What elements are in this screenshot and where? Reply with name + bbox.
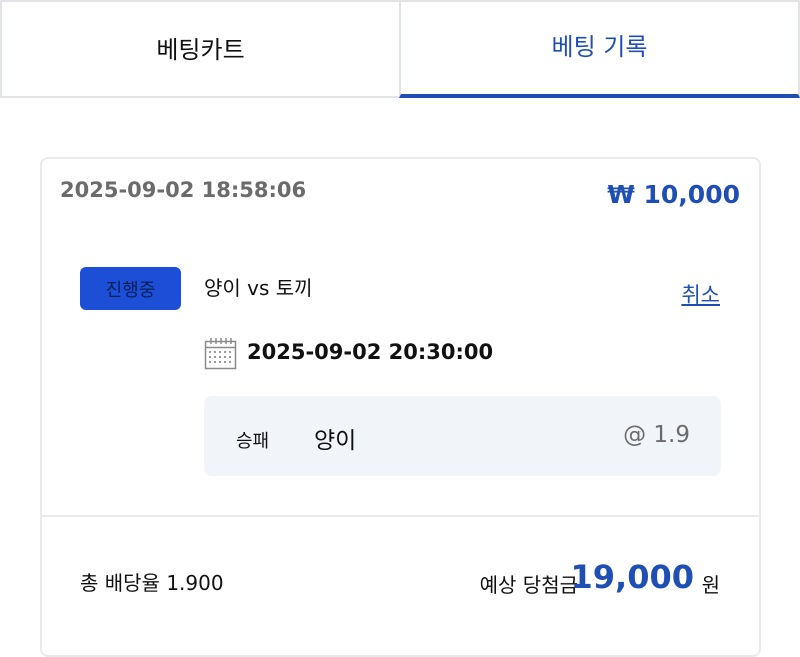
card-divider <box>40 515 761 517</box>
pick-market-label: 승패 <box>236 431 270 452</box>
expected-winnings-label: 예상 당첨금 <box>479 573 578 597</box>
match-datetime: 2025-09-02 20:30:00 <box>247 340 494 364</box>
tab-betting-cart[interactable]: 베팅카트 <box>0 0 399 98</box>
pick-odds: @ 1.9 <box>623 422 690 448</box>
calendar-icon <box>204 337 237 370</box>
expected-winnings-amount: 19,000 <box>570 558 694 596</box>
bet-stake-amount: ₩ 10,000 <box>607 180 740 209</box>
total-odds: 총 배당율 1.900 <box>80 571 224 595</box>
cancel-button[interactable]: 취소 <box>681 279 720 309</box>
match-title: 양이 vs 토끼 <box>204 276 313 300</box>
expected-winnings-unit: 원 <box>701 573 720 597</box>
status-badge: 진행중 <box>80 267 181 310</box>
tab-bar: 베팅카트 베팅 기록 <box>0 0 800 98</box>
pick-selection: 양이 <box>314 428 357 454</box>
bet-placed-datetime: 2025-09-02 18:58:06 <box>60 178 307 202</box>
tab-betting-history[interactable]: 베팅 기록 <box>399 0 800 98</box>
